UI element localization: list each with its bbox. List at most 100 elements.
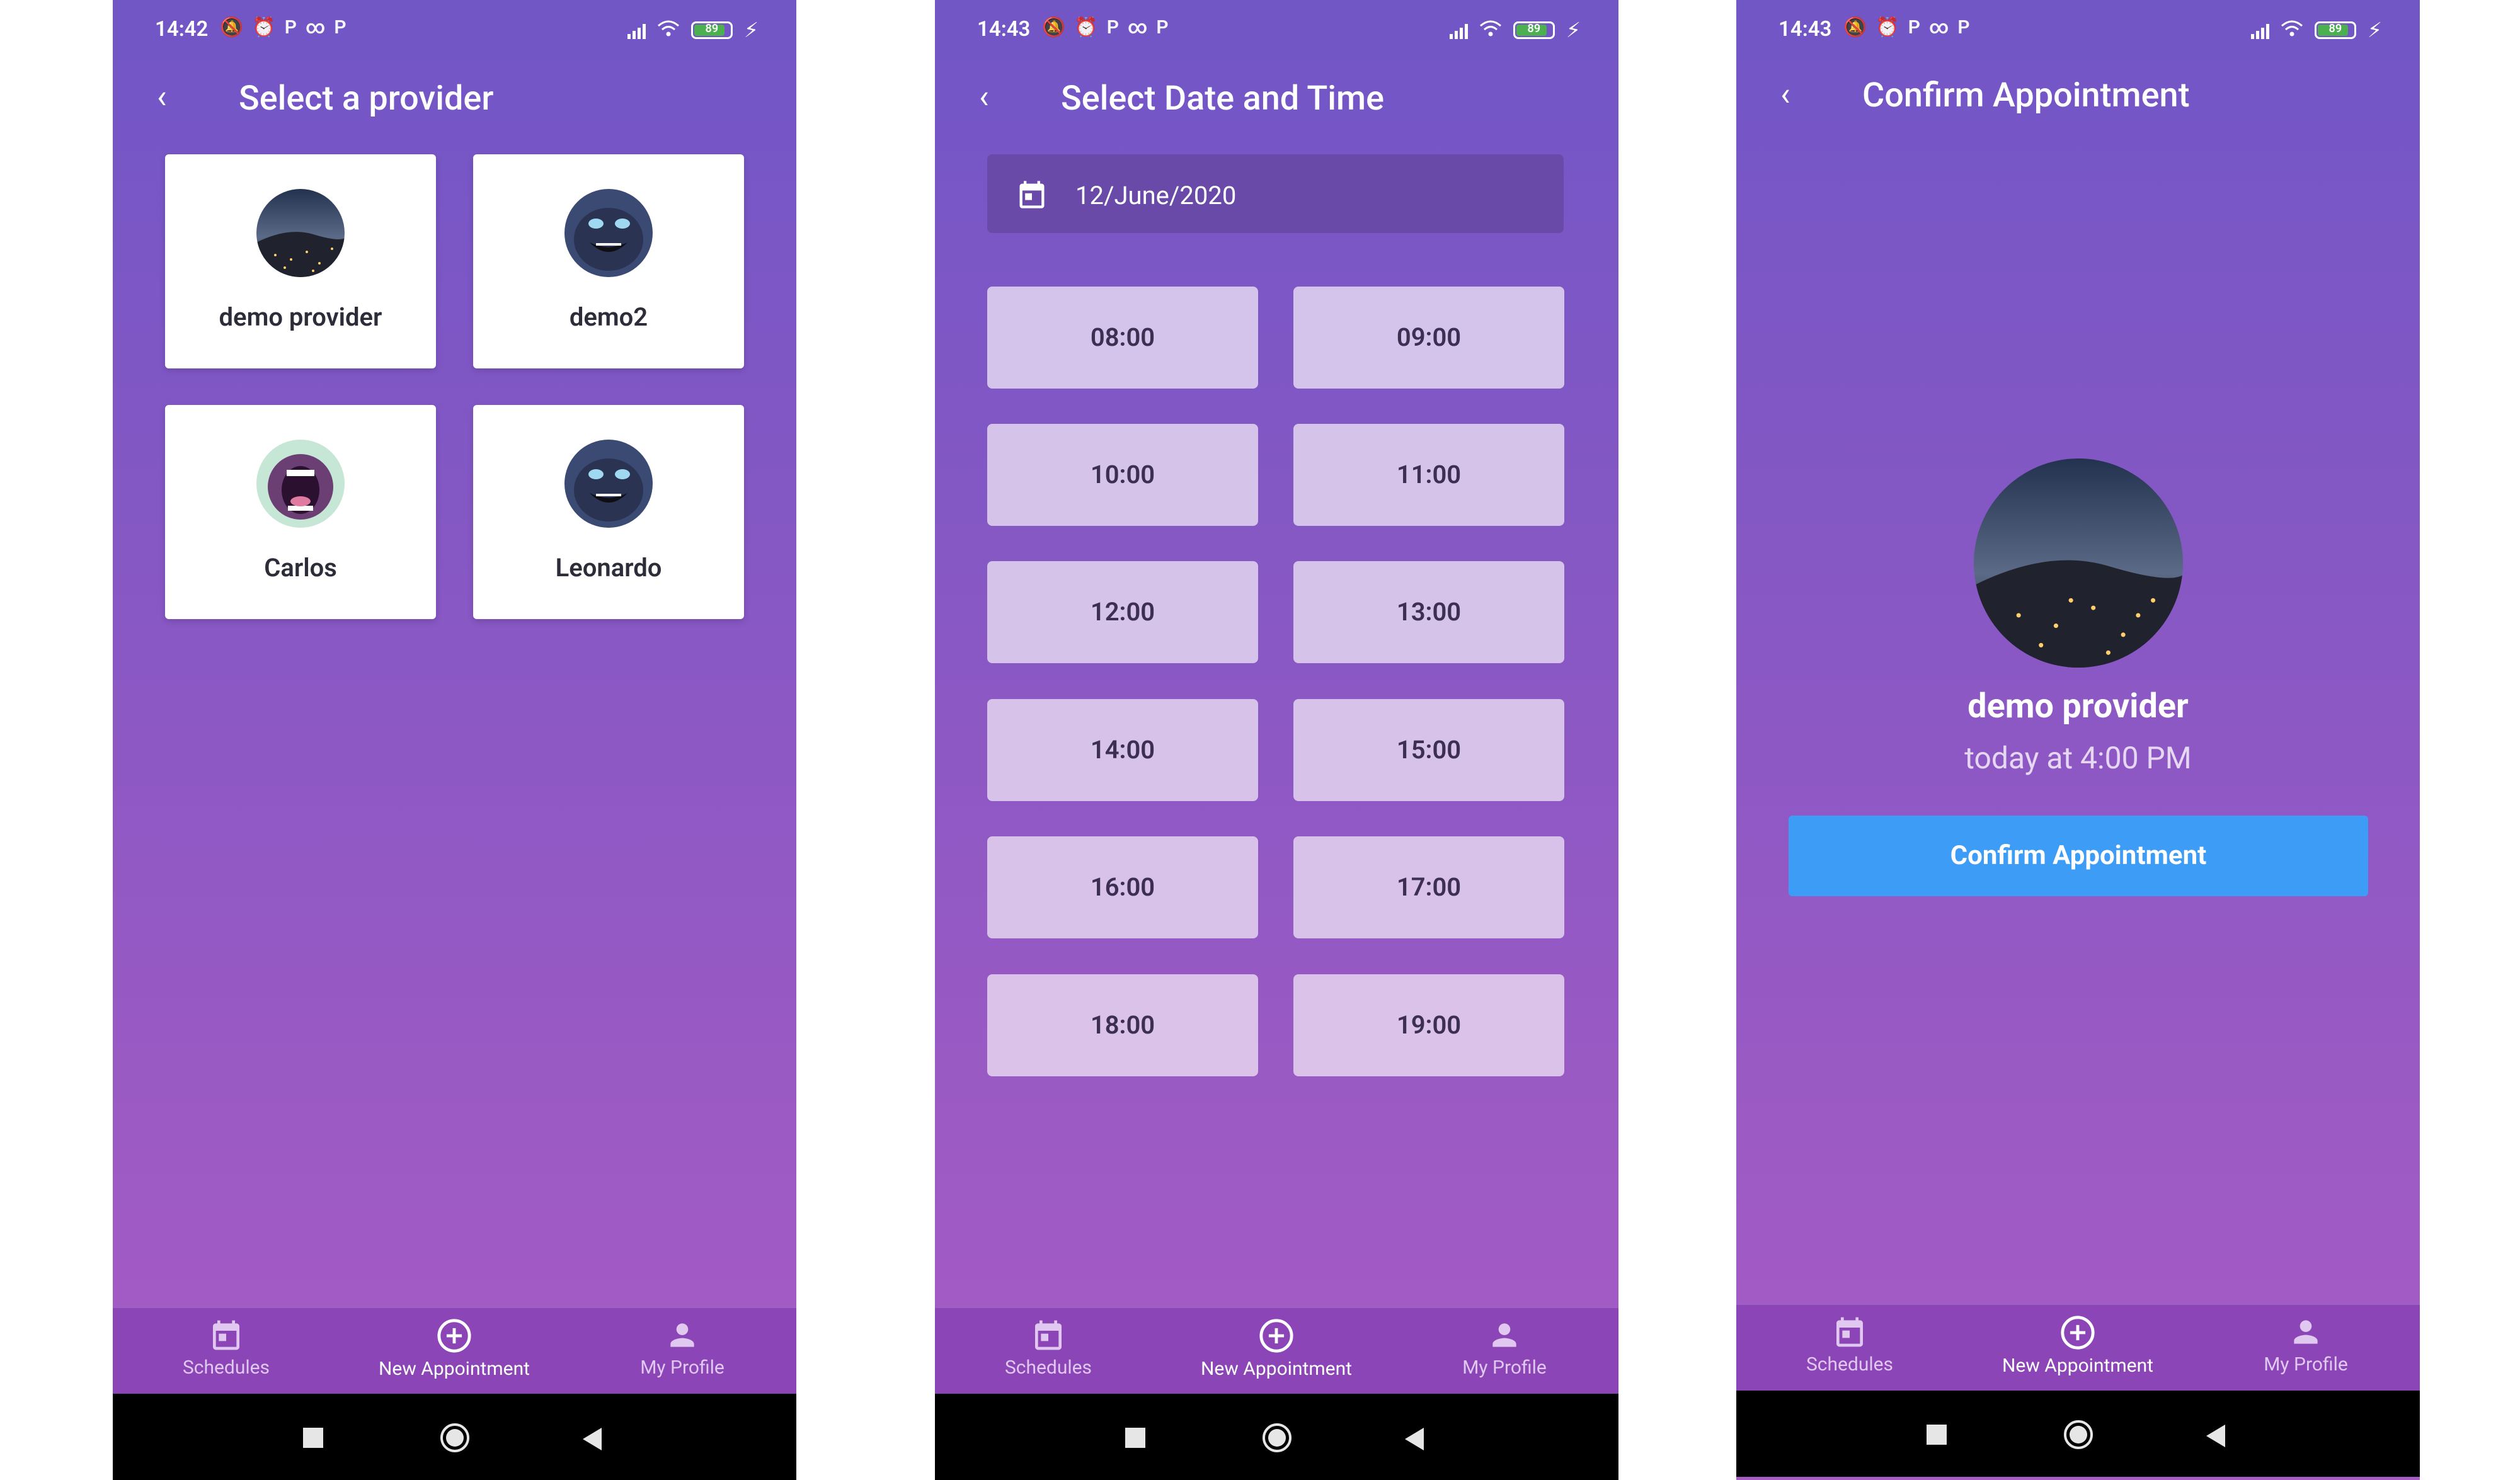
- recents-icon[interactable]: [302, 1426, 324, 1452]
- provider-card[interactable]: Leonardo: [473, 405, 744, 619]
- bottom-nav: Schedules New Appointment My Profile: [935, 1307, 1618, 1395]
- battery-icon: 89: [1513, 21, 1555, 39]
- p-icon: P: [284, 16, 297, 38]
- nav-schedules[interactable]: Schedules: [935, 1318, 1162, 1379]
- home-icon[interactable]: [439, 1422, 471, 1456]
- nav-label: Schedules: [182, 1357, 270, 1379]
- home-icon[interactable]: [1261, 1422, 1293, 1456]
- add-circle-icon: [437, 1319, 471, 1353]
- signal-icon: [2250, 21, 2269, 39]
- nav-label: New Appointment: [1201, 1358, 1352, 1380]
- appointment-time: today at 4:00 PM: [1964, 740, 2192, 776]
- cartoon-face-avatar: [564, 440, 653, 528]
- screaming-cartoon-avatar: [256, 440, 345, 528]
- back-icon[interactable]: ‹: [979, 81, 989, 113]
- nav-schedules[interactable]: Schedules: [113, 1318, 340, 1379]
- p-icon: P: [1908, 16, 1920, 38]
- nav-label: Schedules: [1004, 1357, 1092, 1379]
- time-slot[interactable]: 12:00: [987, 561, 1258, 663]
- cartoon-face-avatar: [564, 189, 653, 277]
- time-slot[interactable]: 10:00: [987, 424, 1258, 526]
- nav-label: New Appointment: [2002, 1355, 2153, 1377]
- nav-my-profile[interactable]: My Profile: [569, 1318, 796, 1379]
- provider-name: Leonardo: [555, 553, 662, 583]
- calendar-icon: [213, 1320, 239, 1350]
- nav-label: New Appointment: [379, 1358, 530, 1380]
- selected-date: 12/June/2020: [1075, 181, 1237, 210]
- page-title: Select a provider: [239, 79, 494, 118]
- alarm-icon: ⏰: [252, 16, 276, 38]
- time-slot[interactable]: 13:00: [1293, 561, 1564, 663]
- provider-name: demo2: [569, 302, 648, 332]
- night-city-avatar: [256, 189, 345, 277]
- nav-schedules[interactable]: Schedules: [1736, 1314, 1963, 1375]
- screen-confirm-appointment: 14:43 🔕 ⏰ P ∞ P 89 ⚡ ‹ Confirm Appointme…: [1736, 0, 2420, 1480]
- time-slot[interactable]: 09:00: [1293, 287, 1564, 389]
- time-slot[interactable]: 14:00: [987, 699, 1258, 801]
- time-slot[interactable]: 19:00: [1293, 974, 1564, 1076]
- alarm-icon: ⏰: [1876, 16, 1899, 38]
- status-bar: 14:43 🔕 ⏰ P ∞ P 89 ⚡: [1736, 0, 2420, 63]
- time-slot[interactable]: 11:00: [1293, 424, 1564, 526]
- nav-my-profile[interactable]: My Profile: [2192, 1314, 2419, 1375]
- recents-icon[interactable]: [1124, 1426, 1147, 1452]
- header: ‹ Confirm Appointment: [1736, 69, 2420, 132]
- nav-new-appointment[interactable]: New Appointment: [1964, 1314, 2191, 1377]
- nav-new-appointment[interactable]: New Appointment: [1163, 1318, 1390, 1380]
- header: ‹ Select a provider: [113, 69, 796, 132]
- voicemail-icon: ∞: [305, 16, 326, 38]
- time-slot[interactable]: 15:00: [1293, 699, 1564, 801]
- night-city-avatar: [1974, 458, 2183, 668]
- date-picker-field[interactable]: 12/June/2020: [987, 154, 1564, 233]
- wifi-icon: [657, 18, 680, 43]
- add-circle-icon: [1259, 1319, 1293, 1353]
- alarm-icon: ⏰: [1074, 16, 1098, 38]
- system-icons: 89 ⚡: [2250, 18, 2382, 43]
- time-slot[interactable]: 08:00: [987, 287, 1258, 389]
- header: ‹ Select Date and Time: [935, 69, 1618, 132]
- time-slot[interactable]: 18:00: [987, 974, 1258, 1076]
- provider-card[interactable]: demo provider: [165, 154, 436, 368]
- provider-name: Carlos: [264, 553, 337, 583]
- back-icon[interactable]: ‹: [157, 81, 167, 113]
- screen-select-provider: 14:42 🔕 ⏰ P ∞ P 89 ⚡ ‹ Select a provider…: [113, 0, 796, 1480]
- p-icon: P: [334, 16, 346, 38]
- confirm-appointment-button[interactable]: Confirm Appointment: [1789, 816, 2368, 896]
- status-time: 14:43: [1778, 17, 1832, 42]
- mute-icon: 🔕: [1042, 16, 1066, 38]
- provider-name: demo provider: [219, 302, 382, 332]
- battery-level: 89: [705, 22, 719, 35]
- back-icon[interactable]: ‹: [1780, 78, 1790, 111]
- time-slot[interactable]: 17:00: [1293, 836, 1564, 938]
- notification-icons: 🔕 ⏰ P ∞ P: [1042, 16, 1169, 38]
- nav-my-profile[interactable]: My Profile: [1391, 1318, 1618, 1379]
- calendar-icon: [1035, 1320, 1062, 1350]
- battery-level: 89: [2328, 22, 2342, 35]
- back-nav-icon[interactable]: [1402, 1426, 1425, 1454]
- back-nav-icon[interactable]: [580, 1426, 603, 1454]
- battery-icon: 89: [2314, 21, 2356, 39]
- nav-new-appointment[interactable]: New Appointment: [341, 1318, 568, 1380]
- person-icon: [670, 1323, 694, 1347]
- mute-icon: 🔕: [1843, 16, 1867, 38]
- home-icon[interactable]: [2063, 1419, 2094, 1453]
- time-slot[interactable]: 16:00: [987, 836, 1258, 938]
- bottom-nav: Schedules New Appointment My Profile: [113, 1307, 796, 1395]
- recents-icon[interactable]: [1925, 1423, 1948, 1449]
- back-nav-icon[interactable]: [2204, 1423, 2226, 1451]
- system-nav-bar: [1736, 1391, 2420, 1477]
- system-icons: 89 ⚡: [1449, 18, 1581, 43]
- system-nav-bar: [935, 1394, 1618, 1480]
- screen-select-date-time: 14:43 🔕 ⏰ P ∞ P 89 ⚡ ‹ Select Date and T…: [935, 0, 1618, 1480]
- p-icon: P: [1156, 16, 1169, 38]
- provider-card[interactable]: Carlos: [165, 405, 436, 619]
- p-icon: P: [1957, 16, 1970, 38]
- status-bar: 14:43 🔕 ⏰ P ∞ P 89 ⚡: [935, 0, 1618, 63]
- add-circle-icon: [2061, 1316, 2095, 1350]
- battery-level: 89: [1527, 22, 1541, 35]
- nav-label: My Profile: [1462, 1357, 1547, 1379]
- provider-card[interactable]: demo2: [473, 154, 744, 368]
- status-time: 14:43: [977, 17, 1031, 42]
- mute-icon: 🔕: [220, 16, 244, 38]
- wifi-icon: [2281, 18, 2303, 43]
